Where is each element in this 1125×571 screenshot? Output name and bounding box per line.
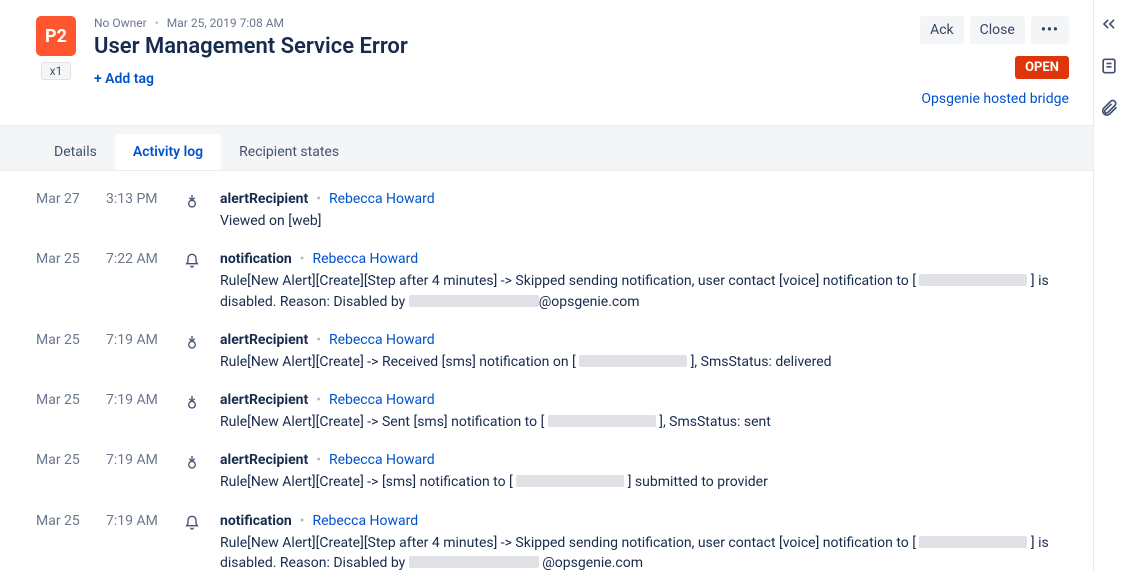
entry-time: 7:19 AM: [106, 452, 164, 468]
activity-log-list: Mar 27 3:13 PM alertRecipient • Rebecca Howa…: [0, 171, 1093, 571]
alert-header: P2 x1 No Owner • Mar 25, 2019 7:08 AM Us…: [0, 0, 1093, 125]
tab-details[interactable]: Details: [36, 134, 115, 170]
details-panel-button[interactable]: [1097, 54, 1121, 78]
tab-activity-log[interactable]: Activity log: [115, 134, 221, 170]
log-entry: Mar 25 7:19 AM alertRecipient • Rebecca Howa…: [36, 384, 1057, 444]
entry-icon: [182, 513, 202, 531]
dot-separator: •: [316, 332, 321, 348]
entry-time: 7:19 AM: [106, 513, 164, 529]
entry-message: Viewed on [web]: [220, 211, 1057, 231]
entry-type: notification: [220, 251, 292, 267]
status-badge: OPEN: [1015, 56, 1069, 79]
entry-time: 7:19 AM: [106, 332, 164, 348]
entry-date: Mar 25: [36, 392, 88, 408]
redacted-span: [548, 415, 656, 427]
tabs-bar: Details Activity log Recipient states: [0, 125, 1093, 171]
entry-type: alertRecipient: [220, 332, 308, 348]
entry-icon: [182, 452, 202, 470]
collapse-panel-button[interactable]: [1097, 12, 1121, 36]
created-timestamp: Mar 25, 2019 7:08 AM: [167, 16, 284, 30]
owner-label: No Owner: [94, 16, 147, 30]
paperclip-icon: [1099, 98, 1119, 118]
entry-message: Rule[New Alert][Create] -> [sms] notific…: [220, 472, 1057, 492]
log-entry: Mar 27 3:13 PM alertRecipient • Rebecca Howa…: [36, 183, 1057, 243]
entry-date: Mar 25: [36, 513, 88, 529]
entry-type: alertRecipient: [220, 452, 308, 468]
dot-separator: •: [155, 16, 159, 30]
entry-user-link[interactable]: Rebecca Howard: [329, 191, 435, 207]
dot-separator: •: [316, 191, 321, 207]
chevrons-left-icon: [1099, 14, 1119, 34]
entry-time: 7:19 AM: [106, 392, 164, 408]
entry-icon: [182, 392, 202, 410]
priority-badge: P2: [36, 16, 76, 56]
dot-separator: •: [300, 251, 305, 267]
entry-date: Mar 27: [36, 191, 88, 207]
dot-separator: •: [316, 392, 321, 408]
log-entry: Mar 25 7:19 AM notification • Rebecca Howard…: [36, 505, 1057, 571]
redacted-span: [409, 295, 539, 307]
entry-icon: [182, 191, 202, 209]
entry-user-link[interactable]: Rebecca Howard: [329, 452, 435, 468]
hosted-bridge-link[interactable]: Opsgenie hosted bridge: [921, 91, 1069, 107]
entry-message: Rule[New Alert][Create][Step after 4 min…: [220, 533, 1057, 571]
redacted-span: [516, 475, 624, 487]
recipient-icon: [184, 193, 200, 209]
add-tag-button[interactable]: + Add tag: [94, 71, 154, 87]
log-entry: Mar 25 7:22 AM notification • Rebecca Howard…: [36, 243, 1057, 324]
entry-time: 3:13 PM: [106, 191, 164, 207]
close-button[interactable]: Close: [970, 16, 1025, 44]
attachments-panel-button[interactable]: [1097, 96, 1121, 120]
alert-title: User Management Service Error: [94, 34, 902, 59]
entry-icon: [182, 332, 202, 350]
entry-type: notification: [220, 513, 292, 529]
dot-separator: •: [300, 513, 305, 529]
document-icon: [1099, 56, 1119, 76]
count-badge: x1: [41, 62, 72, 80]
more-actions-button[interactable]: •••: [1031, 16, 1069, 44]
entry-type: alertRecipient: [220, 392, 308, 408]
log-entry: Mar 25 7:19 AM alertRecipient • Rebecca Howa…: [36, 324, 1057, 384]
entry-message: Rule[New Alert][Create][Step after 4 min…: [220, 271, 1057, 312]
dot-separator: •: [316, 452, 321, 468]
entry-date: Mar 25: [36, 332, 88, 348]
bell-icon: [184, 253, 200, 269]
entry-user-link[interactable]: Rebecca Howard: [312, 513, 418, 529]
entry-date: Mar 25: [36, 251, 88, 267]
detail-side-rail: [1093, 0, 1125, 571]
redacted-span: [579, 355, 687, 367]
recipient-icon: [184, 394, 200, 410]
redacted-span: [919, 536, 1027, 548]
recipient-icon: [184, 454, 200, 470]
entry-user-link[interactable]: Rebecca Howard: [329, 392, 435, 408]
log-entry: Mar 25 7:19 AM alertRecipient • Rebecca Howa…: [36, 444, 1057, 504]
ack-button[interactable]: Ack: [920, 16, 964, 44]
entry-user-link[interactable]: Rebecca Howard: [329, 332, 435, 348]
entry-type: alertRecipient: [220, 191, 308, 207]
entry-message: Rule[New Alert][Create] -> Received [sms…: [220, 352, 1057, 372]
entry-date: Mar 25: [36, 452, 88, 468]
bell-icon: [184, 515, 200, 531]
entry-message: Rule[New Alert][Create] -> Sent [sms] no…: [220, 412, 1057, 432]
entry-icon: [182, 251, 202, 269]
redacted-span: [919, 274, 1027, 286]
entry-user-link[interactable]: Rebecca Howard: [312, 251, 418, 267]
entry-time: 7:22 AM: [106, 251, 164, 267]
redacted-span: [409, 556, 539, 568]
recipient-icon: [184, 334, 200, 350]
tab-recipient-states[interactable]: Recipient states: [221, 134, 357, 170]
